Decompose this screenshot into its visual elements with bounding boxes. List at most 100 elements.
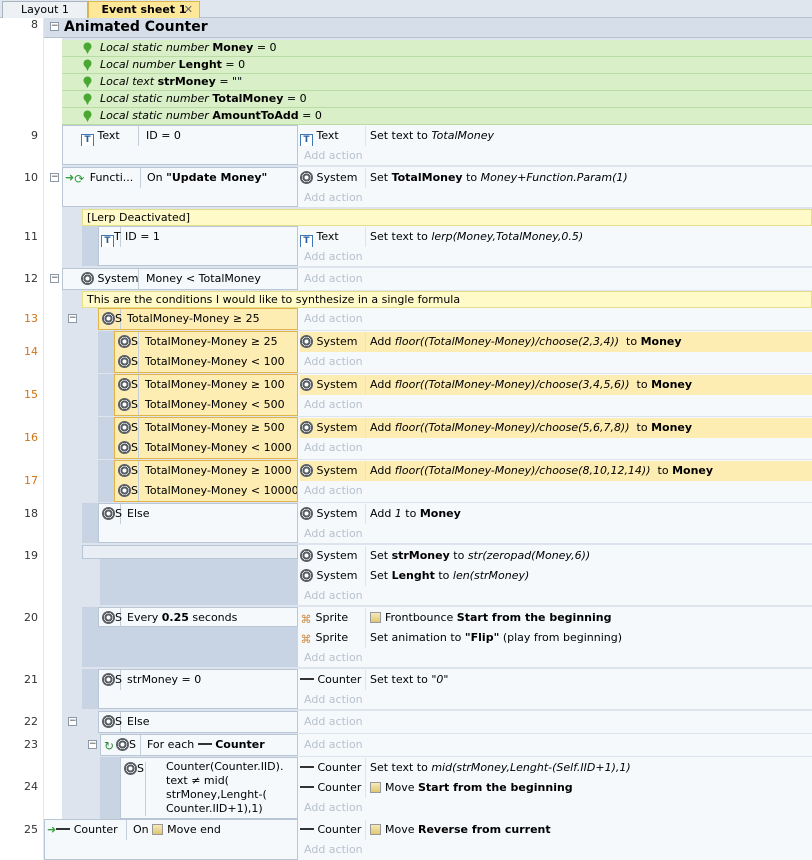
collapse-toggle[interactable]: − [68, 717, 77, 726]
add-action-link[interactable]: Add action [304, 690, 363, 710]
add-action-link[interactable]: Add action [304, 735, 363, 755]
condition[interactable]: S TotalMoney-Money < 1000 [115, 438, 297, 458]
system-gear-icon [118, 378, 131, 391]
event-9-conditions[interactable]: T Text ID = 0 [62, 125, 298, 165]
condition[interactable]: S Else [99, 504, 297, 524]
action[interactable]: System Add floor((TotalMoney-Money)/choo… [300, 418, 812, 438]
action[interactable]: System Add floor((TotalMoney-Money)/choo… [300, 461, 812, 481]
collapse-toggle[interactable]: − [88, 740, 97, 749]
condition-text: TotalMoney-Money ≥ 25 [127, 312, 260, 325]
condition[interactable]: ↻ S For each Counter [101, 735, 297, 755]
condition[interactable]: ➜⟳ Functi... On "Update Money" [65, 168, 297, 188]
action-text: Set animation to [370, 631, 462, 644]
collapse-toggle[interactable]: − [68, 314, 77, 323]
condition[interactable]: S TotalMoney-Money ≥ 500 [115, 418, 297, 438]
condition[interactable]: S TotalMoney-Money < 500 [115, 395, 297, 415]
action[interactable]: ⌘ Sprite Set animation to "Flip" (play f… [300, 628, 810, 648]
condition-text: TotalMoney-Money ≥ 100 [145, 378, 285, 391]
event-20-conditions[interactable]: S Every 0.25 seconds [98, 607, 298, 628]
condition[interactable]: S TotalMoney-Money ≥ 1000 [115, 461, 297, 481]
event-12-conditions[interactable]: System Money < TotalMoney [62, 268, 298, 290]
comment-lerp-deactivated[interactable]: [Lerp Deactivated] [82, 209, 812, 226]
variable-lenght[interactable]: Local number Lenght = 0 [62, 57, 812, 74]
add-action-link[interactable]: Add action [304, 840, 363, 860]
add-action-link[interactable]: Add action [304, 352, 363, 372]
event-17-actions: System Add floor((TotalMoney-Money)/choo… [298, 460, 812, 502]
add-action-link[interactable]: Add action [304, 395, 363, 415]
add-action-link[interactable]: Add action [304, 309, 363, 329]
action[interactable]: T Text Set text to TotalMoney [300, 126, 810, 146]
action[interactable]: System Add 1 to Money [300, 504, 810, 524]
variable-amounttoadd[interactable]: Local static number AmountToAdd = 0 [62, 108, 812, 125]
condition[interactable]: S TotalMoney-Money ≥ 100 [115, 375, 297, 395]
collapse-toggle[interactable]: − [50, 274, 59, 283]
system-gear-icon [300, 569, 313, 582]
group-header[interactable]: − Animated Counter [44, 18, 812, 38]
event-10-conditions[interactable]: ➜⟳ Functi... On "Update Money" [62, 167, 298, 207]
add-action-link[interactable]: Add action [304, 712, 363, 732]
action[interactable]: System Add floor((TotalMoney-Money)/choo… [300, 332, 812, 352]
event-18-conditions[interactable]: S Else [98, 503, 298, 543]
condition[interactable]: S strMoney = 0 [99, 670, 297, 690]
condition[interactable]: T Text ID = 0 [81, 126, 297, 146]
event-18-actions: System Add 1 to Money Add action [298, 503, 812, 543]
action[interactable]: Counter Set text to mid(strMoney,Lenght-… [300, 758, 810, 778]
event-25-conditions[interactable]: ➜ Counter On Move end [44, 819, 298, 860]
action[interactable]: System Set strMoney to str(zeropad(Money… [300, 546, 810, 566]
action[interactable]: System Add floor((TotalMoney-Money)/choo… [300, 375, 812, 395]
system-gear-icon [118, 335, 131, 348]
condition[interactable]: S TotalMoney-Money < 100 [115, 352, 297, 372]
event-23-conditions[interactable]: ↻ S For each Counter [100, 734, 298, 756]
add-action-link[interactable]: Add action [304, 586, 363, 606]
add-action-link[interactable]: Add action [304, 524, 363, 544]
event-24-conditions[interactable]: S Counter(Counter.IID). text ≠ mid( strM… [120, 757, 298, 819]
add-action-link[interactable]: Add action [304, 481, 363, 501]
pin-icon [83, 59, 92, 71]
condition[interactable]: System Money < TotalMoney [81, 269, 297, 289]
condition[interactable]: S TotalMoney-Money < 10000 [115, 481, 297, 501]
add-action-link[interactable]: Add action [304, 438, 363, 458]
event-21-conditions[interactable]: S strMoney = 0 [98, 669, 298, 709]
tab-event-sheet-1[interactable]: Event sheet 1 ✕ [88, 1, 200, 18]
condition[interactable]: ➜ Counter On Move end [47, 820, 297, 840]
event-19-conditions[interactable] [82, 545, 298, 559]
event-22-conditions[interactable]: S Else [98, 711, 298, 733]
action[interactable]: Counter Set text to "0" [300, 670, 810, 690]
close-icon[interactable]: ✕ [184, 2, 193, 18]
variable-strmoney[interactable]: Local text strMoney = "" [62, 74, 812, 91]
action[interactable]: Counter Move Start from the beginning [300, 778, 810, 798]
event-17-conditions[interactable]: S TotalMoney-Money ≥ 1000 S TotalMoney-M… [114, 460, 298, 502]
tab-layout-1[interactable]: Layout 1 [2, 1, 88, 18]
comment-synthesize[interactable]: This are the conditions I would like to … [82, 291, 812, 308]
event-15-conditions[interactable]: S TotalMoney-Money ≥ 100 S TotalMoney-Mo… [114, 374, 298, 416]
action[interactable]: System Set TotalMoney to Money+Function.… [300, 168, 810, 188]
condition[interactable]: TT ID = 1 [99, 227, 297, 247]
action[interactable]: Counter Move Reverse from current [300, 820, 810, 840]
event-16-conditions[interactable]: S TotalMoney-Money ≥ 500 S TotalMoney-Mo… [114, 417, 298, 459]
object-name: System [316, 335, 358, 348]
event-13-conditions[interactable]: S TotalMoney-Money ≥ 25 [98, 308, 298, 330]
row-number: 25 [24, 823, 38, 836]
add-action-link[interactable]: Add action [304, 188, 363, 208]
event-14-conditions[interactable]: S TotalMoney-Money ≥ 25 S TotalMoney-Mon… [114, 331, 298, 373]
add-action-link[interactable]: Add action [304, 146, 363, 166]
action[interactable]: T Text Set text to lerp(Money,TotalMoney… [300, 227, 810, 247]
condition[interactable]: S Every 0.25 seconds [99, 608, 297, 628]
variable-money[interactable]: Local static number Money = 0 [62, 40, 812, 57]
condition[interactable]: S Counter(Counter.IID). text ≠ mid( strM… [121, 758, 297, 818]
action[interactable]: ⌘ Sprite Frontbounce Start from the begi… [300, 608, 810, 628]
condition[interactable]: S TotalMoney-Money ≥ 25 [115, 332, 297, 352]
add-action-link[interactable]: Add action [304, 648, 363, 668]
action[interactable]: System Set Lenght to len(strMoney) [300, 566, 810, 586]
action-text: Set text to [370, 761, 428, 774]
event-11-conditions[interactable]: TT ID = 1 [98, 226, 298, 266]
condition[interactable]: S Else [99, 712, 297, 732]
variable-totalmoney[interactable]: Local static number TotalMoney = 0 [62, 91, 812, 108]
sub-event-indent [82, 669, 98, 709]
add-action-link[interactable]: Add action [304, 247, 363, 267]
condition[interactable]: S TotalMoney-Money ≥ 25 [99, 309, 297, 329]
add-action-link[interactable]: Add action [304, 269, 363, 289]
collapse-toggle[interactable]: − [50, 173, 59, 182]
collapse-toggle[interactable]: − [50, 22, 59, 31]
add-action-link[interactable]: Add action [304, 798, 363, 818]
